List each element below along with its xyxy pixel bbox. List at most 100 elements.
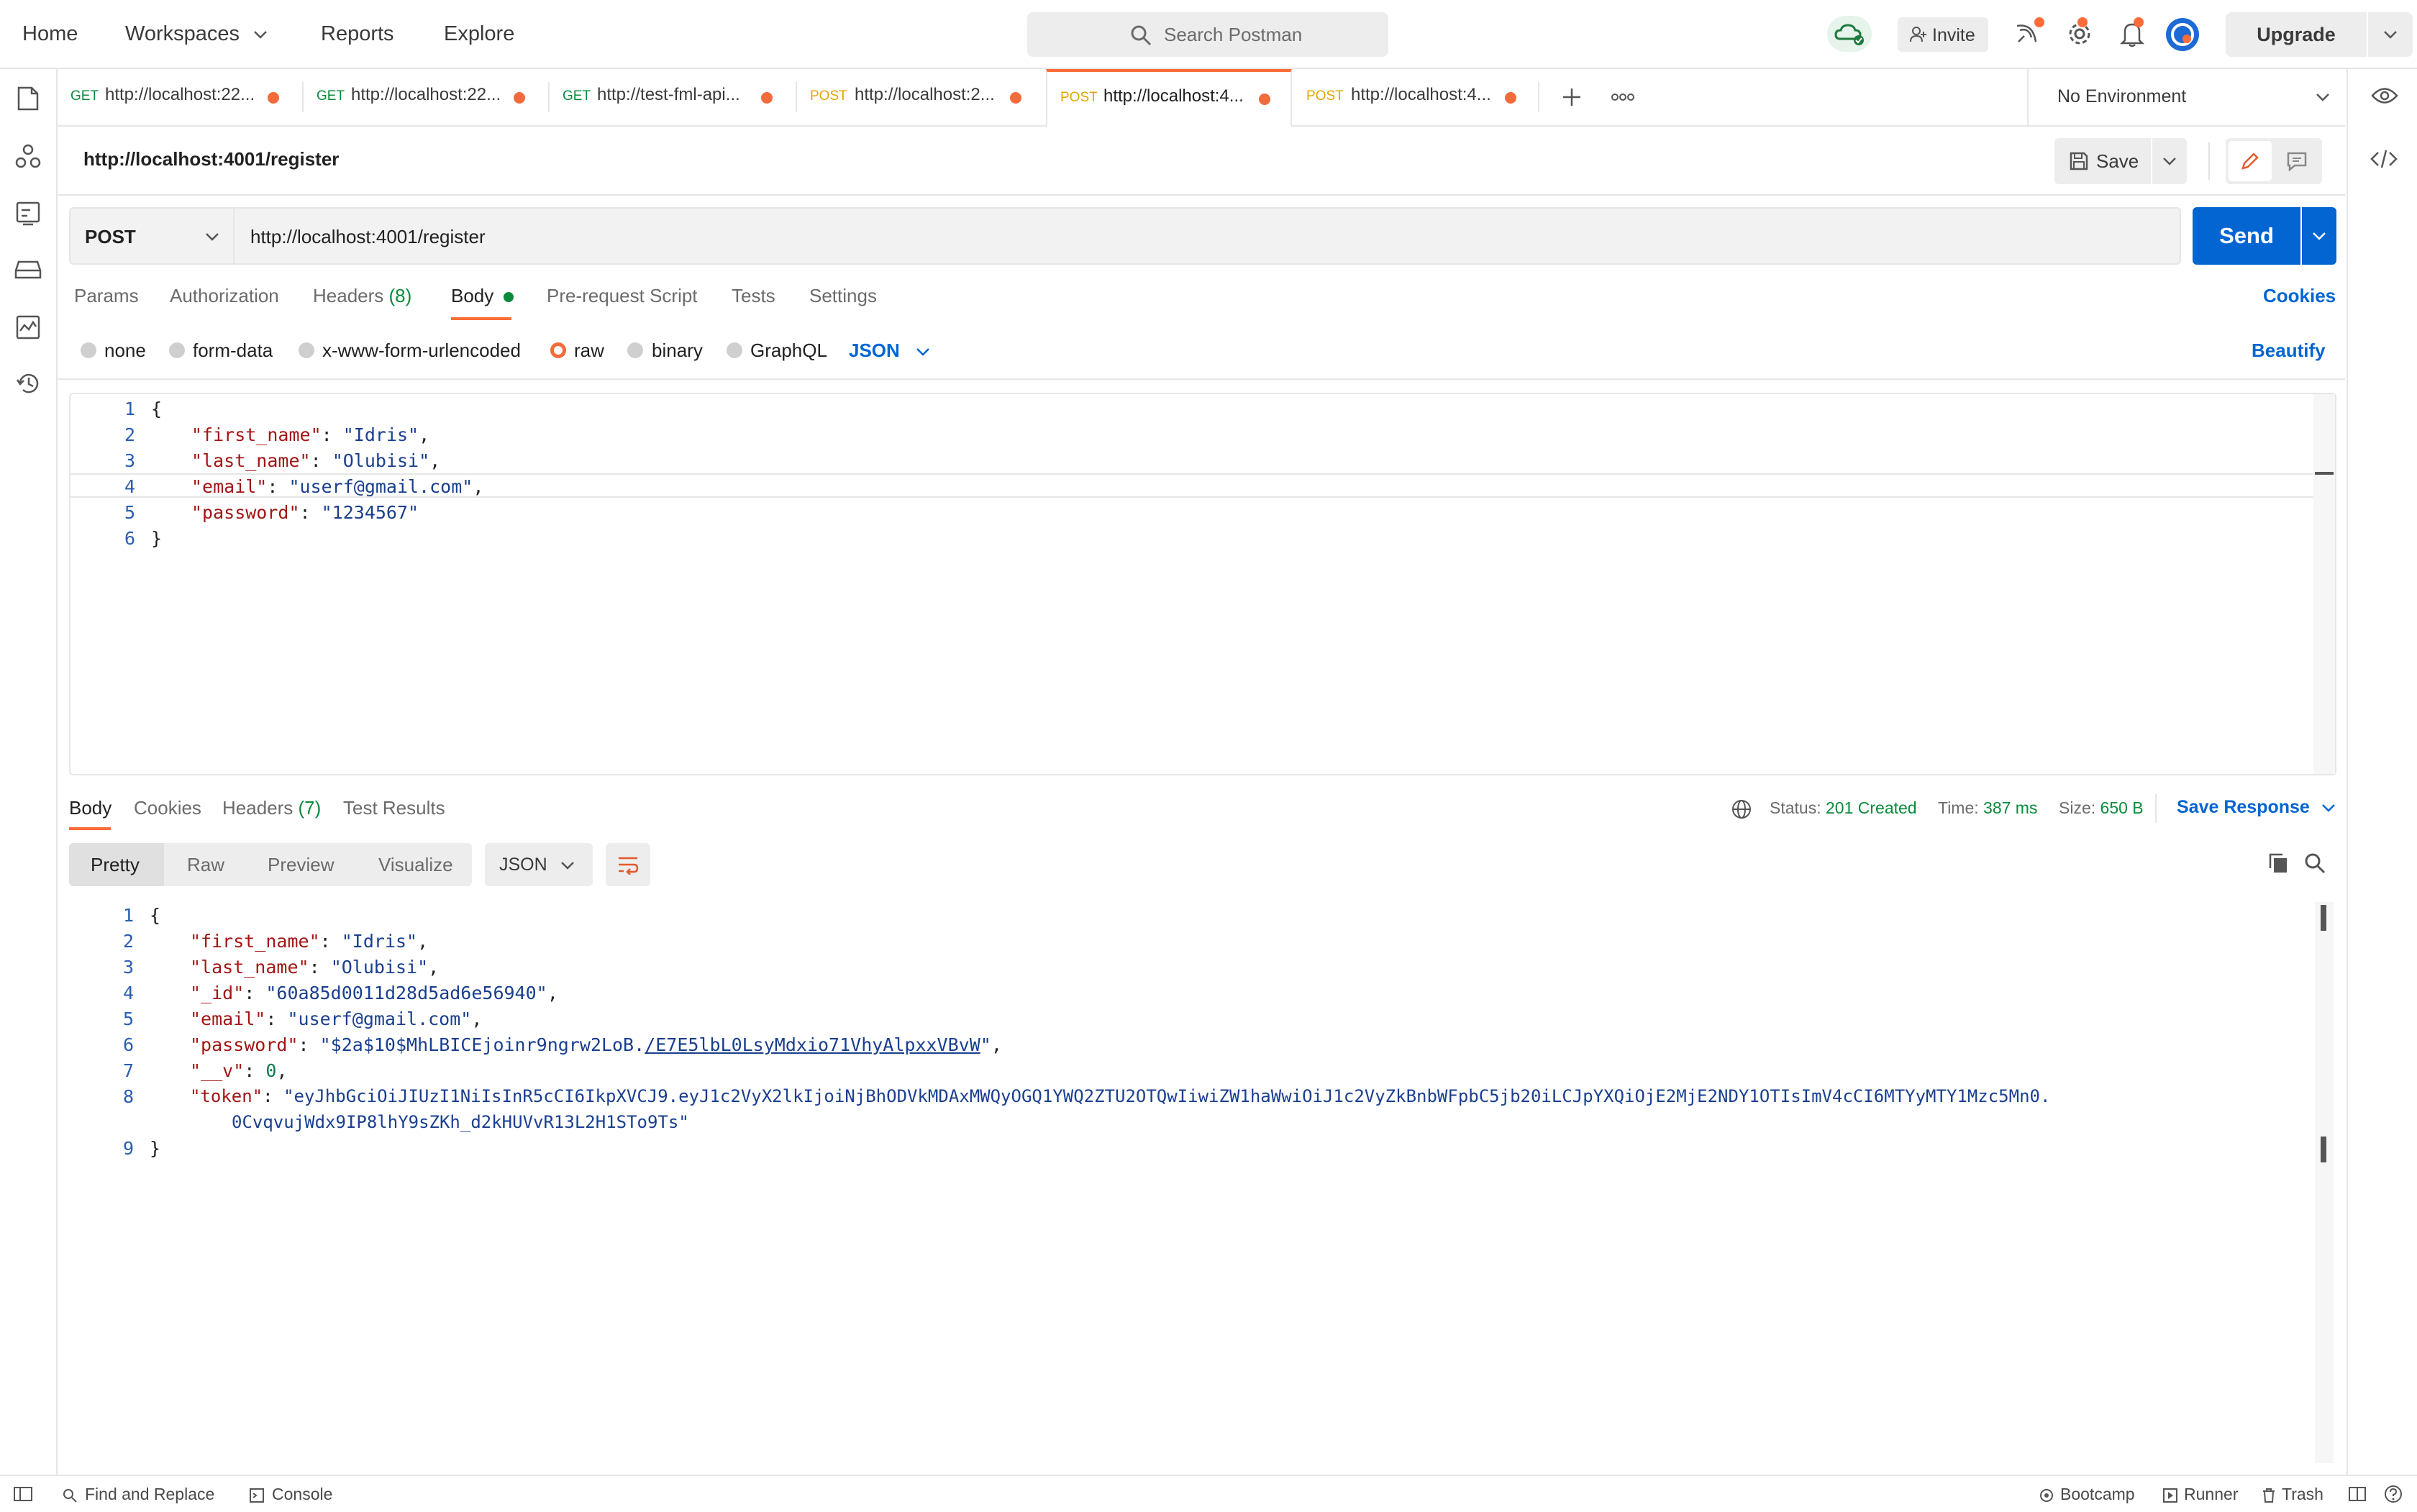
radio-none[interactable] [81,342,96,358]
radio-raw-label: raw [574,340,604,361]
send-button[interactable]: Send [2193,207,2300,265]
response-headers-count: (7) [298,797,322,819]
upgrade-menu-button[interactable] [2368,12,2413,57]
code-icon[interactable] [2370,148,2398,170]
viewer-scrollbar[interactable] [2315,902,2334,1463]
format-pretty[interactable]: Pretty [91,843,140,886]
trash-button[interactable]: Trash [2262,1485,2323,1504]
nav-reports[interactable]: Reports [321,0,394,68]
copy-icon[interactable] [2267,852,2289,875]
request-body-editor[interactable]: 1 2 3 4 5 6 { "first_name": "Idris", "la… [69,393,2336,775]
save-response-button[interactable]: Save Response [2177,797,2336,818]
line-number: 6 [122,1034,134,1055]
url-value: http://localhost:4001/register [250,226,486,247]
avatar-icon[interactable] [2165,17,2200,52]
tab-body[interactable]: Body [451,285,514,307]
radio-binary[interactable] [627,342,643,358]
upgrade-button[interactable]: Upgrade [2226,12,2367,57]
response-language-select[interactable]: JSON [485,843,593,886]
url-input[interactable]: http://localhost:4001/register [235,207,2181,265]
tab-request-2[interactable]: GET http://localhost:22... [304,69,548,125]
apis-icon[interactable] [14,142,42,170]
code-line: "email": "userf@gmail.com", [191,476,484,497]
help-icon[interactable] [2384,1485,2403,1503]
json-key: "password" [190,1034,299,1055]
response-tab-body[interactable]: Body [69,797,111,819]
cookies-link[interactable]: Cookies [2263,285,2336,307]
response-time: Time: 387 ms [1938,798,2037,818]
runner-button[interactable]: Runner [2162,1485,2238,1504]
nav-workspaces[interactable]: Workspaces [125,0,268,68]
response-headers-label: Headers [222,797,293,819]
json-string: "userf@gmail.com" [287,1008,472,1029]
save-button[interactable]: Save [2054,138,2151,184]
globe-icon[interactable] [1731,798,1752,820]
radio-urlencoded[interactable] [299,342,314,358]
comment-icon[interactable] [2286,151,2308,171]
collections-icon[interactable] [16,85,40,112]
find-replace-button[interactable]: Find and Replace [62,1485,214,1504]
sidebar-toggle-icon[interactable] [13,1486,33,1502]
edit-mode-button[interactable] [2229,141,2272,181]
line-number: 4 [124,476,135,497]
tab-url: http://test-fml-api... [597,85,740,104]
search-bar[interactable]: Search Postman [1027,12,1388,57]
save-menu-button[interactable] [2152,138,2187,184]
history-icon[interactable] [14,370,42,397]
tab-request-3[interactable]: GET http://test-fml-api... [550,69,794,125]
beautify-button[interactable]: Beautify [2252,340,2326,362]
send-menu-button[interactable] [2302,207,2336,265]
method-select[interactable]: POST [69,207,235,265]
tab-request-4[interactable]: POST http://localhost:2... [797,69,1042,125]
more-icon[interactable] [1611,91,1634,104]
environments-icon[interactable] [13,258,43,282]
tab-request-1[interactable]: GET http://localhost:22... [58,69,302,125]
request-title[interactable]: http://localhost:4001/register [83,148,339,170]
json-string-link[interactable]: /E7E5lbL0LsyMdxio71VhyAlpxxVBvW [645,1034,980,1055]
bootcamp-button[interactable]: Bootcamp [2039,1485,2135,1504]
divider [2155,794,2157,823]
json-string: "userf@gmail.com" [288,476,473,497]
wrap-lines-button[interactable] [606,843,650,886]
tab-headers[interactable]: Headers (8) [313,285,411,307]
tab-params[interactable]: Params [74,285,139,307]
monitors-icon[interactable] [14,314,42,341]
language-select[interactable]: JSON [849,340,931,362]
nav-home[interactable]: Home [22,0,78,68]
cloud-sync-icon[interactable] [1827,16,1872,52]
invite-button[interactable]: Invite [1898,17,1988,52]
nav-explore[interactable]: Explore [444,0,514,68]
tab-tests[interactable]: Tests [732,285,775,307]
tab-request-6[interactable]: POST http://localhost:4... [1293,69,1538,125]
radio-raw-selected[interactable] [550,342,566,358]
language-value: JSON [849,340,900,361]
response-status: Status: 201 Created [1770,798,1917,818]
tab-request-5-active[interactable]: POST http://localhost:4... [1046,69,1292,127]
settings-badge [2077,17,2088,27]
response-body-viewer[interactable]: 1 2 3 4 5 6 7 8 9 { "first_name": "Idris… [69,902,2336,1463]
radio-form-data[interactable] [169,342,185,358]
format-visualize[interactable]: Visualize [378,843,453,886]
response-tab-headers[interactable]: Headers (7) [222,797,321,819]
tab-authorization[interactable]: Authorization [170,285,279,307]
chevron-down-icon [2163,158,2176,165]
format-preview[interactable]: Preview [268,843,334,886]
plus-icon[interactable] [1561,86,1583,108]
search-icon[interactable] [2303,852,2326,875]
mock-servers-icon[interactable] [14,200,42,227]
console-button[interactable]: Console [249,1485,332,1504]
line-number: 9 [122,1138,134,1159]
unsaved-dot [1505,92,1516,104]
response-tab-test-results[interactable]: Test Results [343,797,445,819]
radio-graphql[interactable] [727,342,742,358]
line-number: 2 [122,931,134,952]
tab-prerequest-script[interactable]: Pre-request Script [547,285,698,307]
environment-selector[interactable]: No Environment [2027,69,2348,125]
eye-icon[interactable] [2371,86,2398,105]
response-tab-cookies[interactable]: Cookies [134,797,201,819]
body-indicator-dot [503,292,514,302]
tab-settings[interactable]: Settings [809,285,877,307]
editor-scrollbar[interactable] [2313,394,2335,774]
two-pane-icon[interactable] [2348,1486,2367,1502]
format-raw[interactable]: Raw [187,843,224,886]
